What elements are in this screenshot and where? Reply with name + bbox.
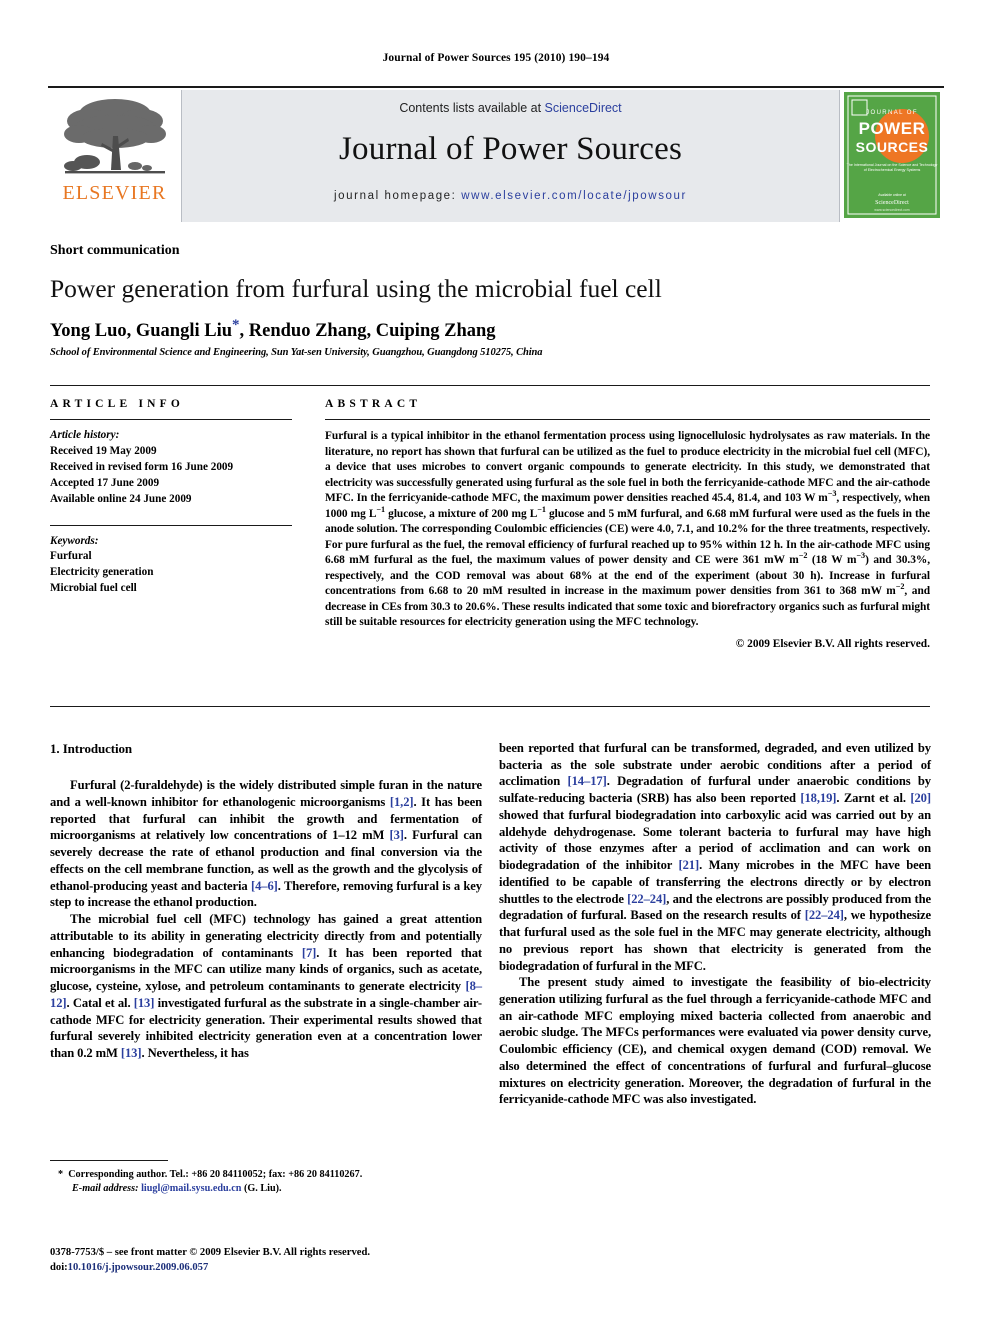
- svg-text:www.sciencedirect.com: www.sciencedirect.com: [874, 208, 909, 212]
- authors-secondary: , Renduo Zhang, Cuiping Zhang: [239, 321, 496, 342]
- doi-link[interactable]: 10.1016/j.jpowsour.2009.06.057: [68, 1262, 209, 1273]
- abstract-seg: (18 W m: [807, 554, 857, 566]
- keywords-label: Keywords:: [50, 534, 99, 547]
- citation-ref[interactable]: [4–6]: [251, 879, 278, 893]
- svg-text:JOURNAL OF: JOURNAL OF: [866, 110, 918, 116]
- author-affiliation: School of Environmental Science and Engi…: [50, 347, 543, 358]
- footnote-contact: Corresponding author. Tel.: +86 20 84110…: [68, 1169, 363, 1180]
- abstract-copyright: © 2009 Elsevier B.V. All rights reserved…: [735, 637, 930, 650]
- journal-homepage-line: journal homepage: www.elsevier.com/locat…: [334, 190, 687, 202]
- history-item: Accepted 17 June 2009: [50, 476, 160, 489]
- journal-cover-thumbnail-icon: JOURNAL OF POWER SOURCES The Internation…: [844, 92, 940, 218]
- abstract-sup: −1: [376, 504, 386, 514]
- corresponding-author-footnote: * Corresponding author. Tel.: +86 20 841…: [50, 1160, 482, 1197]
- citation-ref[interactable]: [20]: [910, 791, 931, 805]
- contents-prefix: Contents lists available at: [399, 101, 545, 115]
- elsevier-wordmark: ELSEVIER: [62, 182, 167, 204]
- author-list: Yong Luo, Guangli Liu*, Renduo Zhang, Cu…: [50, 316, 930, 342]
- text-seg: . Catal et al.: [66, 995, 134, 1010]
- paragraph: Furfural (2-furaldehyde) is the widely d…: [50, 777, 482, 911]
- history-item: Received in revised form 16 June 2009: [50, 460, 234, 473]
- body-column-right: been reported that furfural can be trans…: [499, 740, 931, 1108]
- page-title: Power generation from furfural using the…: [50, 274, 662, 303]
- journal-banner: Contents lists available at ScienceDirec…: [181, 90, 840, 222]
- homepage-url-link[interactable]: www.elsevier.com/locate/jpowsour: [461, 190, 687, 202]
- article-page: Journal of Power Sources 195 (2010) 190–…: [0, 0, 992, 1323]
- svg-text:Available online at: Available online at: [878, 193, 906, 197]
- abstract-divider: [325, 419, 930, 420]
- page-footer: 0378-7753/$ – see front matter © 2009 El…: [50, 1245, 510, 1276]
- text-seg: . Nevertheless, it has: [141, 1046, 249, 1061]
- keyword-item: Electricity generation: [50, 566, 154, 579]
- email-link[interactable]: liugl@mail.sysu.edu.cn: [141, 1183, 241, 1194]
- document-type-label: Short communication: [50, 243, 180, 258]
- running-head: Journal of Power Sources 195 (2010) 190–…: [382, 52, 610, 64]
- contents-available-line: Contents lists available at ScienceDirec…: [399, 101, 621, 115]
- citation-ref[interactable]: [1,2]: [390, 795, 414, 809]
- svg-text:The International Journal on t: The International Journal on the Science…: [847, 163, 938, 167]
- citation-ref[interactable]: [13]: [121, 1046, 142, 1060]
- article-info-divider-mid: [50, 524, 292, 526]
- citation-ref[interactable]: [14–17]: [568, 774, 607, 788]
- elsevier-tree-icon: [63, 99, 166, 174]
- homepage-prefix: journal homepage:: [334, 190, 462, 202]
- svg-text:ScienceDirect: ScienceDirect: [875, 200, 909, 206]
- journal-cover: JOURNAL OF POWER SOURCES The Internation…: [840, 90, 944, 222]
- section-heading-introduction: 1. Introduction: [50, 741, 133, 756]
- citation-ref[interactable]: [18,19]: [800, 791, 836, 805]
- abstract-seg: glucose, a mixture of 200 mg L: [385, 507, 538, 520]
- issn-copyright-line: 0378-7753/$ – see front matter © 2009 El…: [50, 1247, 370, 1258]
- body-column-left: 1. Introduction Furfural (2-furaldehyde)…: [50, 740, 482, 1062]
- text-seg: . Zarnt et al.: [836, 791, 911, 806]
- abstract-column: ABSTRACT Furfural is a typical inhibitor…: [325, 398, 930, 650]
- paragraph: The present study aimed to investigate t…: [499, 975, 931, 1107]
- doi-label: doi:: [50, 1262, 68, 1274]
- abstract-heading: ABSTRACT: [325, 398, 422, 410]
- history-item: Available online 24 June 2009: [50, 492, 192, 505]
- authors-primary: Yong Luo, Guangli Liu: [50, 321, 232, 342]
- citation-ref[interactable]: [3]: [390, 828, 404, 842]
- citation-ref[interactable]: [22–24]: [805, 908, 844, 922]
- email-owner: (G. Liu).: [243, 1183, 282, 1195]
- article-info-heading: ARTICLE INFO: [50, 398, 185, 410]
- footnote-marker: *: [58, 1169, 64, 1180]
- journal-title: Journal of Power Sources: [339, 131, 682, 167]
- journal-masthead: ELSEVIER Contents lists available at Sci…: [48, 86, 944, 222]
- corresponding-author-marker: *: [232, 317, 240, 333]
- keywords-group: Keywords: Furfural Electricity generatio…: [50, 534, 292, 598]
- keyword-item: Furfural: [50, 550, 92, 563]
- abstract-sup: −1: [537, 504, 546, 514]
- svg-text:of Electrochemical Energy Syst: of Electrochemical Energy Systems: [864, 168, 921, 172]
- article-info-divider-top: [50, 419, 292, 420]
- citation-ref[interactable]: [21]: [679, 858, 700, 872]
- paragraph: The microbial fuel cell (MFC) technology…: [50, 911, 482, 1062]
- email-label: E-mail address:: [72, 1183, 139, 1195]
- article-info-column: ARTICLE INFO Article history: Received 1…: [50, 398, 292, 597]
- footnote-divider: [50, 1160, 168, 1161]
- paragraph-continued: been reported that furfural can be trans…: [499, 740, 931, 974]
- history-item: Received 19 May 2009: [50, 444, 157, 457]
- svg-text:SOURCES: SOURCES: [856, 139, 929, 155]
- footnote-text: * Corresponding author. Tel.: +86 20 841…: [50, 1168, 482, 1197]
- article-history-group: Article history: Received 19 May 2009 Re…: [50, 428, 292, 508]
- doi-line: doi:10.1016/j.jpowsour.2009.06.057: [50, 1260, 510, 1275]
- elsevier-logo: ELSEVIER: [48, 90, 181, 222]
- sciencedirect-link[interactable]: ScienceDirect: [545, 101, 622, 115]
- keyword-item: Microbial fuel cell: [50, 582, 137, 595]
- abstract-text: Furfural is a typical inhibitor in the e…: [325, 429, 930, 631]
- svg-text:POWER: POWER: [859, 119, 926, 138]
- article-history-label: Article history:: [50, 429, 120, 441]
- citation-ref[interactable]: [13]: [134, 996, 155, 1010]
- abstract-sup: −3: [856, 551, 866, 561]
- citation-ref[interactable]: [7]: [302, 946, 316, 960]
- citation-ref[interactable]: [22–24]: [627, 892, 666, 906]
